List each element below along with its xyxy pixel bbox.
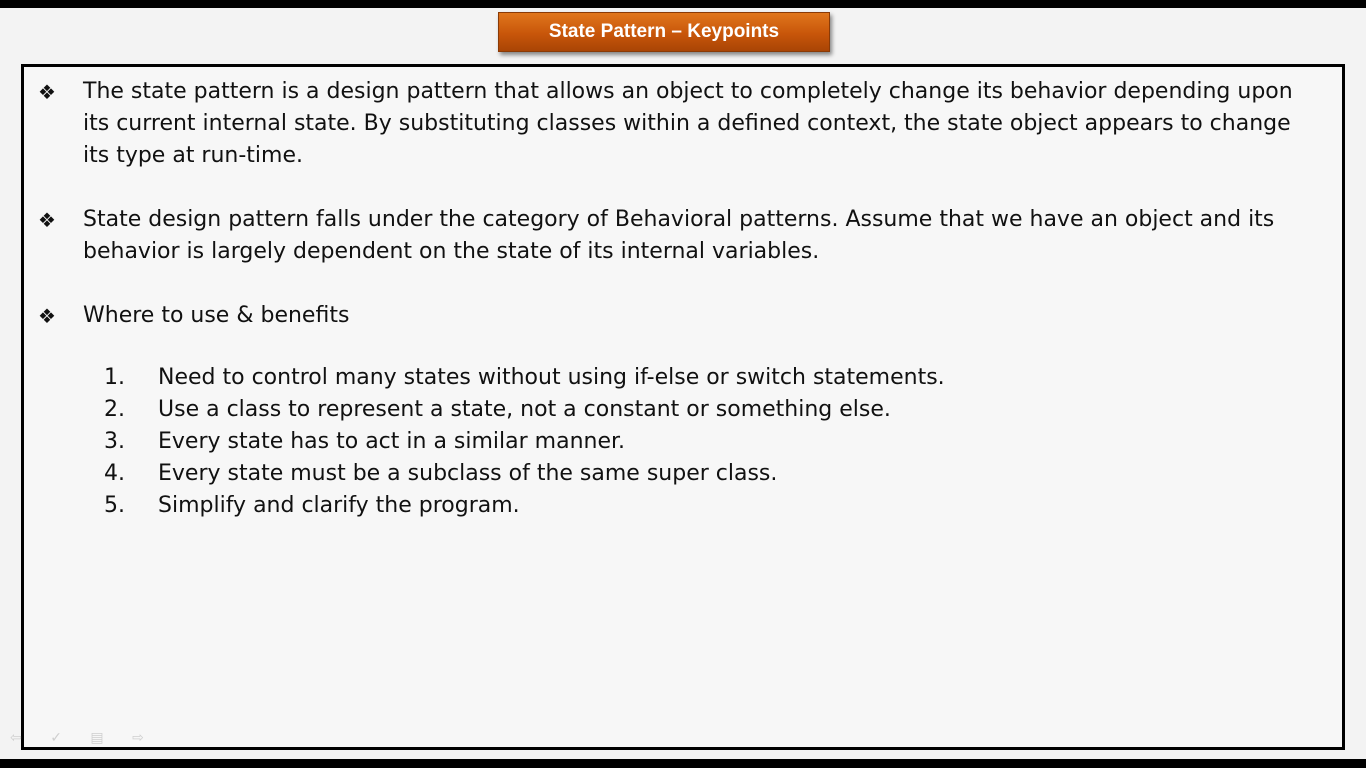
list-text: Use a class to represent a state, not a … <box>158 397 891 422</box>
list-number: 5. <box>104 493 125 518</box>
next-arrow-icon[interactable]: ⇨ <box>132 730 156 746</box>
slide: State Pattern – Keypoints ❖ The state pa… <box>0 8 1366 759</box>
content-box: ❖ The state pattern is a design pattern … <box>21 64 1345 750</box>
list-text: Need to control many states without usin… <box>158 365 945 390</box>
bullet-text: The state pattern is a design pattern th… <box>83 79 1293 168</box>
bullet-text: Where to use & benefits <box>83 303 350 328</box>
list-text: Every state has to act in a similar mann… <box>158 429 626 454</box>
slideshow-nav: ⇦ ✓ ▤ ⇨ <box>10 730 156 746</box>
list-number: 4. <box>104 461 125 486</box>
list-text: Every state must be a subclass of the sa… <box>158 461 778 486</box>
list-number: 2. <box>104 397 125 422</box>
slide-title: State Pattern – Keypoints <box>498 12 830 52</box>
bullet-text: State design pattern falls under the cat… <box>83 207 1275 264</box>
diamond-bullet-icon: ❖ <box>38 304 56 328</box>
list-text: Simplify and clarify the program. <box>158 493 520 518</box>
list-number: 3. <box>104 429 125 454</box>
pen-icon[interactable]: ✓ <box>50 730 74 746</box>
diamond-bullet-icon: ❖ <box>38 208 56 232</box>
prev-arrow-icon[interactable]: ⇦ <box>10 730 34 746</box>
menu-icon[interactable]: ▤ <box>90 730 115 746</box>
diamond-bullet-icon: ❖ <box>38 80 56 104</box>
list-number: 1. <box>104 365 125 390</box>
